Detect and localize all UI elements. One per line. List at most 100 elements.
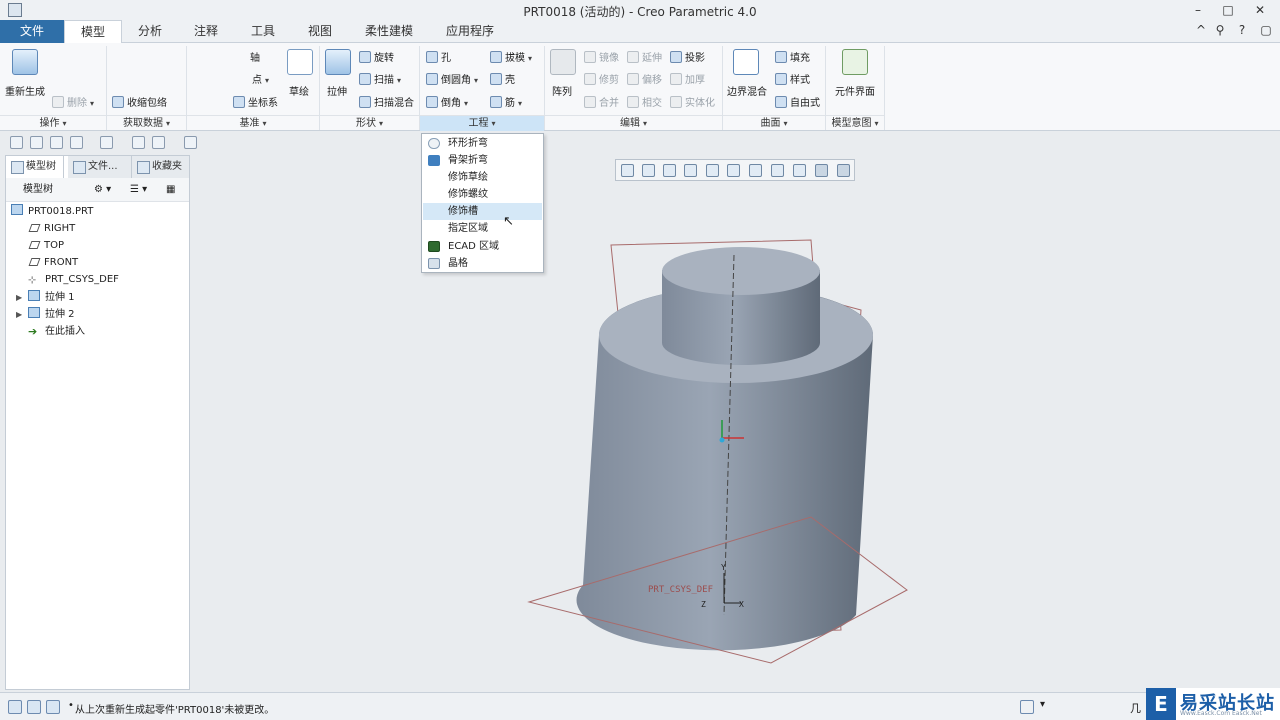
tree-settings-icon[interactable]: ⚙ ▾	[94, 182, 118, 198]
datum-display-icon[interactable]	[793, 164, 806, 177]
annotation-display-icon[interactable]	[815, 164, 828, 177]
pattern-icon[interactable]	[550, 49, 576, 75]
menu-item-spinal-bend[interactable]: 骨架折弯	[423, 152, 542, 169]
revolve-button[interactable]: 旋转	[359, 49, 394, 64]
zoom-out-icon[interactable]	[663, 164, 676, 177]
component-interface-button[interactable]: 元件界面	[835, 83, 875, 98]
tree-item-top[interactable]: TOP	[28, 238, 64, 254]
open-file-icon[interactable]	[30, 136, 43, 149]
tree-item-front[interactable]: FRONT	[28, 255, 78, 271]
tree-columns-icon[interactable]: ☰ ▾	[130, 182, 154, 198]
intersect-button[interactable]: 相交	[627, 94, 662, 109]
close-window-icon[interactable]	[184, 136, 197, 149]
extend-button[interactable]: 延伸	[627, 49, 662, 64]
round-button[interactable]: 倒圆角 ▾	[426, 71, 478, 86]
tree-filter-icon[interactable]: ▦	[166, 182, 182, 198]
tab-annotate[interactable]: 注释	[178, 20, 234, 43]
tab-file[interactable]: 文件	[0, 20, 64, 43]
hole-button[interactable]: 孔	[426, 49, 451, 64]
csys-button[interactable]: 坐标系	[233, 94, 278, 109]
sketch-icon[interactable]	[287, 49, 313, 75]
mirror-button[interactable]: 镜像	[584, 49, 619, 64]
project-button[interactable]: 投影	[670, 49, 705, 64]
collapse-ribbon-icon[interactable]: ^	[1193, 22, 1209, 38]
menu-item-cosmetic-thread[interactable]: 修饰螺纹	[423, 186, 542, 203]
tab-tools[interactable]: 工具	[234, 20, 292, 43]
saved-orientations-icon[interactable]	[749, 164, 762, 177]
selection-filter-dropdown-icon[interactable]: ▾	[1040, 699, 1045, 710]
tab-favorites[interactable]: 收藏夹	[132, 156, 190, 178]
status-fullscreen-icon[interactable]	[46, 700, 60, 714]
tree-item-insert-here[interactable]: ➔ 在此插入	[28, 324, 85, 340]
regenerate-icon[interactable]	[12, 49, 38, 75]
sketch-button[interactable]: 草绘	[289, 83, 309, 98]
redo-icon[interactable]	[100, 136, 113, 149]
extrude-2-top-face[interactable]	[662, 247, 820, 295]
view-manager-icon[interactable]	[706, 164, 719, 177]
spin-center-icon[interactable]	[837, 164, 850, 177]
menu-item-lattice[interactable]: 晶格	[423, 255, 542, 272]
repaint-icon[interactable]	[684, 164, 697, 177]
display-style-icon[interactable]	[727, 164, 740, 177]
expand-arrow-icon[interactable]: ▶	[16, 290, 22, 306]
selection-filter-icon[interactable]	[1020, 700, 1034, 714]
maximize-button[interactable]: □	[1220, 2, 1236, 18]
group-datum[interactable]: 基准 ▾	[187, 115, 319, 131]
sweep-button[interactable]: 扫描 ▾	[359, 71, 401, 86]
menu-item-cosmetic-sketch[interactable]: 修饰草绘	[423, 169, 542, 186]
windows-icon[interactable]	[152, 136, 165, 149]
menu-item-toroidal-bend[interactable]: 环形折弯	[423, 135, 542, 152]
tab-flexible-modeling[interactable]: 柔性建模	[348, 20, 430, 43]
options-icon[interactable]: ▢	[1258, 22, 1274, 38]
swept-blend-button[interactable]: 扫描混合	[359, 94, 414, 109]
extrude-button[interactable]: 拉伸	[327, 83, 347, 98]
refit-icon[interactable]	[621, 164, 634, 177]
menu-item-designate-area[interactable]: 指定区域	[423, 220, 542, 237]
boundary-blend-button[interactable]: 边界混合	[727, 83, 767, 98]
tree-item-extrude-2[interactable]: ▶ 拉伸 2	[16, 307, 75, 323]
tab-applications[interactable]: 应用程序	[430, 20, 510, 43]
extrude-icon[interactable]	[325, 49, 351, 75]
minimize-button[interactable]: –	[1190, 2, 1206, 18]
menu-item-ecad-area[interactable]: ECAD 区域	[423, 238, 542, 255]
tab-model[interactable]: 模型	[64, 20, 122, 44]
group-engineering[interactable]: 工程 ▾	[420, 115, 544, 131]
regenerate-button[interactable]: 重新生成	[5, 83, 45, 98]
save-icon[interactable]	[50, 136, 63, 149]
delete-button[interactable]: 删除 ▾	[52, 94, 94, 109]
tab-folder-browser[interactable]: 文件...	[68, 156, 132, 178]
fill-button[interactable]: 填充	[775, 49, 810, 64]
new-file-icon[interactable]	[10, 136, 23, 149]
component-interface-icon[interactable]	[842, 49, 868, 75]
tree-item-part[interactable]: PRT0018.PRT	[11, 204, 93, 220]
draft-button[interactable]: 拔模 ▾	[490, 49, 532, 64]
group-surfaces[interactable]: 曲面 ▾	[723, 115, 825, 131]
boundary-blend-icon[interactable]	[733, 49, 759, 75]
chamfer-button[interactable]: 倒角 ▾	[426, 94, 468, 109]
menu-item-cosmetic-groove[interactable]: 修饰槽	[423, 203, 542, 220]
regenerate-small-icon[interactable]	[132, 136, 145, 149]
group-shapes[interactable]: 形状 ▾	[320, 115, 419, 131]
group-get-data[interactable]: 获取数据 ▾	[107, 115, 186, 131]
undo-icon[interactable]	[70, 136, 83, 149]
close-button[interactable]: ✕	[1252, 2, 1268, 18]
rib-button[interactable]: 筋 ▾	[490, 94, 522, 109]
status-layout-icon[interactable]	[8, 700, 22, 714]
merge-button[interactable]: 合并	[584, 94, 619, 109]
trim-button[interactable]: 修剪	[584, 71, 619, 86]
tree-item-extrude-1[interactable]: ▶ 拉伸 1	[16, 290, 75, 306]
axis-button[interactable]: 轴	[250, 49, 260, 64]
tree-item-right[interactable]: RIGHT	[28, 221, 75, 237]
status-browser-icon[interactable]	[27, 700, 41, 714]
perspective-icon[interactable]	[771, 164, 784, 177]
solidify-button[interactable]: 实体化	[670, 94, 715, 109]
filter-value[interactable]: 几	[1130, 700, 1141, 716]
group-editing[interactable]: 编辑 ▾	[545, 115, 722, 131]
shell-button[interactable]: 壳	[490, 71, 515, 86]
pattern-button[interactable]: 阵列	[552, 83, 572, 98]
offset-button[interactable]: 偏移	[627, 71, 662, 86]
tree-item-csys[interactable]: ⊹ PRT_CSYS_DEF	[28, 272, 119, 288]
style-button[interactable]: 样式	[775, 71, 810, 86]
freestyle-button[interactable]: 自由式	[775, 94, 820, 109]
thicken-button[interactable]: 加厚	[670, 71, 705, 86]
